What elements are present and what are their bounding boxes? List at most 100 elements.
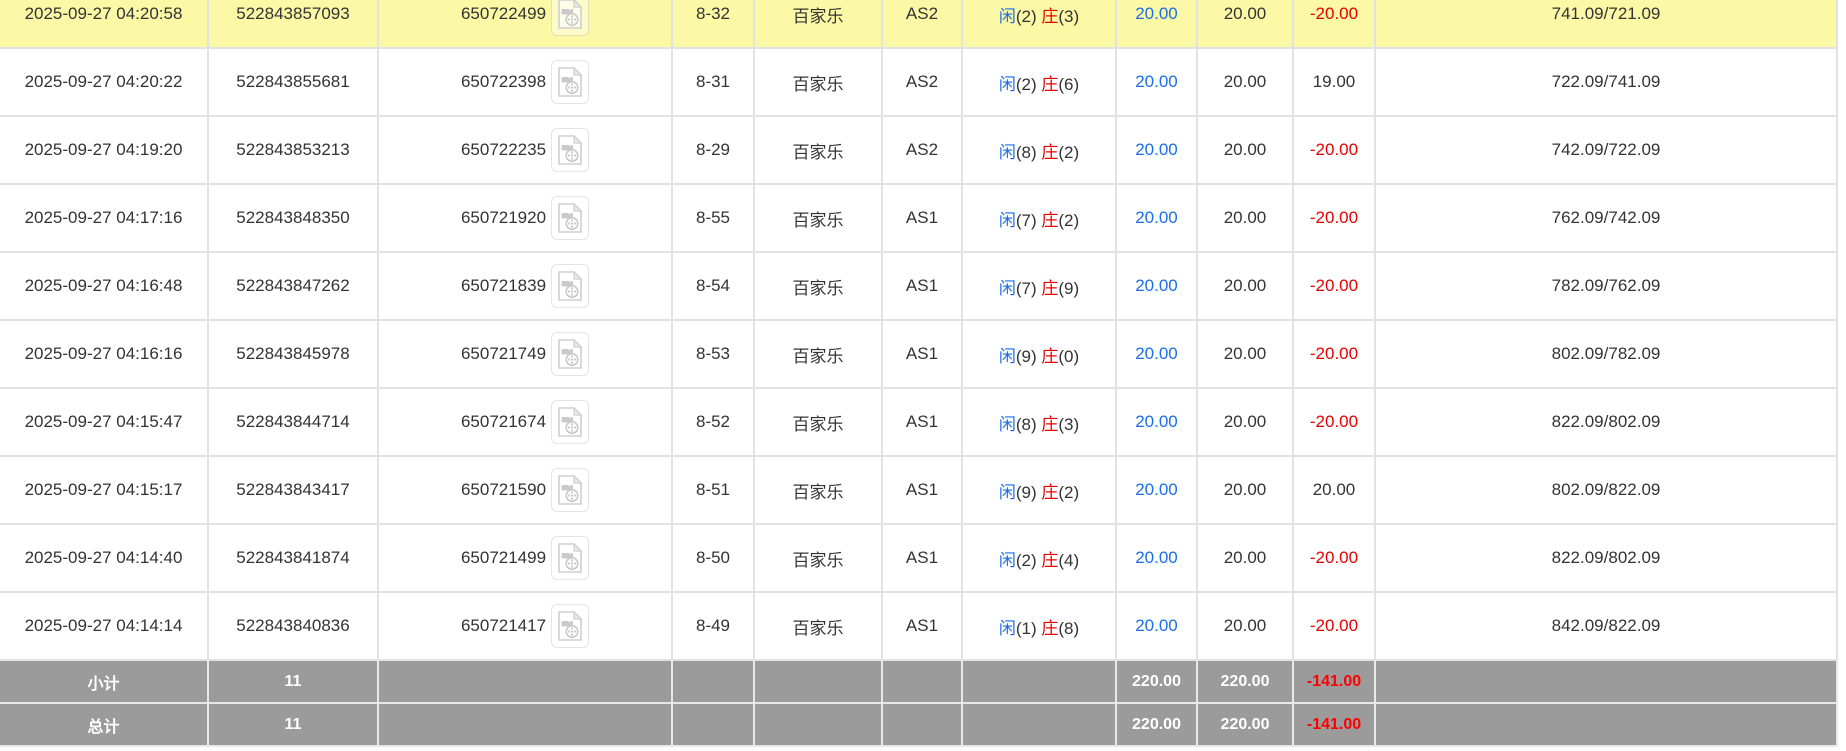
- bet-id: 522843855681: [208, 48, 378, 116]
- shoe-round: 8-53: [672, 320, 754, 388]
- summary-empty-cell: [672, 660, 754, 703]
- video-replay-button[interactable]: [551, 128, 589, 172]
- round-id-wrap: 650721499: [379, 536, 671, 580]
- valid-bet: 20.00: [1197, 456, 1293, 524]
- player-points: (8): [1016, 143, 1037, 162]
- banker-points: (9): [1058, 279, 1079, 298]
- bet-history-row[interactable]: 2025-09-27 04:20:22522843855681650722398…: [0, 48, 1837, 116]
- round-id: 650721749: [461, 344, 546, 364]
- video-replay-icon: [557, 135, 583, 165]
- round-id-wrap: 650721417: [379, 604, 671, 648]
- bet-amount[interactable]: 20.00: [1116, 592, 1197, 660]
- banker-label: 庄: [1041, 279, 1058, 298]
- round-cell: 650722499: [378, 0, 672, 48]
- summary-bet-total: 220.00: [1116, 660, 1197, 703]
- bet-history-row[interactable]: 2025-09-27 04:15:17522843843417650721590…: [0, 456, 1837, 524]
- win-loss: 20.00: [1293, 456, 1375, 524]
- game-result: 闲(9) 庄(2): [962, 456, 1116, 524]
- player-label: 闲: [999, 279, 1016, 298]
- bet-id: 522843840836: [208, 592, 378, 660]
- game-result: 闲(2) 庄(4): [962, 524, 1116, 592]
- video-replay-button[interactable]: [551, 604, 589, 648]
- player-label: 闲: [999, 347, 1016, 366]
- win-loss: -20.00: [1293, 184, 1375, 252]
- bet-amount[interactable]: 20.00: [1116, 184, 1197, 252]
- balance: 782.09/762.09: [1375, 252, 1837, 320]
- balance: 722.09/741.09: [1375, 48, 1837, 116]
- round-cell: 650722398: [378, 48, 672, 116]
- round-cell: 650721417: [378, 592, 672, 660]
- round-cell: 650721590: [378, 456, 672, 524]
- game-type: 百家乐: [754, 592, 882, 660]
- game-type: 百家乐: [754, 456, 882, 524]
- bet-time: 2025-09-27 04:15:47: [0, 388, 208, 456]
- game-type: 百家乐: [754, 48, 882, 116]
- banker-points: (2): [1058, 211, 1079, 230]
- win-loss: -20.00: [1293, 320, 1375, 388]
- game-result: 闲(7) 庄(9): [962, 252, 1116, 320]
- summary-empty-cell: [1375, 660, 1837, 703]
- video-replay-button[interactable]: [551, 0, 589, 36]
- video-replay-button[interactable]: [551, 536, 589, 580]
- round-id: 650722398: [461, 72, 546, 92]
- summary-count: 11: [208, 703, 378, 746]
- video-replay-icon: [557, 271, 583, 301]
- game-type: 百家乐: [754, 320, 882, 388]
- bet-history-row[interactable]: 2025-09-27 04:20:58522843857093650722499…: [0, 0, 1837, 48]
- bet-history-row[interactable]: 2025-09-27 04:19:20522843853213650722235…: [0, 116, 1837, 184]
- banker-label: 庄: [1041, 551, 1058, 570]
- bet-id: 522843843417: [208, 456, 378, 524]
- bet-history-row[interactable]: 2025-09-27 04:17:16522843848350650721920…: [0, 184, 1837, 252]
- video-replay-icon: [557, 339, 583, 369]
- bet-history-row[interactable]: 2025-09-27 04:14:14522843840836650721417…: [0, 592, 1837, 660]
- round-cell: 650721674: [378, 388, 672, 456]
- balance: 822.09/802.09: [1375, 388, 1837, 456]
- bet-amount[interactable]: 20.00: [1116, 456, 1197, 524]
- bet-amount[interactable]: 20.00: [1116, 252, 1197, 320]
- banker-label: 庄: [1041, 619, 1058, 638]
- bet-history-row[interactable]: 2025-09-27 04:14:40522843841874650721499…: [0, 524, 1837, 592]
- player-label: 闲: [999, 551, 1016, 570]
- bet-history-row[interactable]: 2025-09-27 04:15:47522843844714650721674…: [0, 388, 1837, 456]
- table-name: AS2: [882, 0, 962, 48]
- win-loss: 19.00: [1293, 48, 1375, 116]
- bet-amount[interactable]: 20.00: [1116, 0, 1197, 48]
- video-replay-button[interactable]: [551, 60, 589, 104]
- bet-history-row[interactable]: 2025-09-27 04:16:16522843845978650721749…: [0, 320, 1837, 388]
- bet-amount[interactable]: 20.00: [1116, 48, 1197, 116]
- bet-time: 2025-09-27 04:15:17: [0, 456, 208, 524]
- bet-amount[interactable]: 20.00: [1116, 388, 1197, 456]
- video-replay-button[interactable]: [551, 196, 589, 240]
- summary-empty-cell: [754, 660, 882, 703]
- video-replay-button[interactable]: [551, 400, 589, 444]
- shoe-round: 8-52: [672, 388, 754, 456]
- summary-empty-cell: [882, 660, 962, 703]
- game-type: 百家乐: [754, 116, 882, 184]
- round-cell: 650721499: [378, 524, 672, 592]
- bet-id: 522843853213: [208, 116, 378, 184]
- win-loss: -20.00: [1293, 0, 1375, 48]
- banker-label: 庄: [1041, 7, 1058, 26]
- summary-count: 11: [208, 660, 378, 703]
- player-points: (2): [1016, 75, 1037, 94]
- balance: 741.09/721.09: [1375, 0, 1837, 48]
- player-points: (1): [1016, 619, 1037, 638]
- bet-history-row[interactable]: 2025-09-27 04:16:48522843847262650721839…: [0, 252, 1837, 320]
- bet-time: 2025-09-27 04:16:48: [0, 252, 208, 320]
- video-replay-button[interactable]: [551, 332, 589, 376]
- valid-bet: 20.00: [1197, 320, 1293, 388]
- banker-label: 庄: [1041, 143, 1058, 162]
- bet-amount[interactable]: 20.00: [1116, 116, 1197, 184]
- bet-id: 522843841874: [208, 524, 378, 592]
- video-replay-button[interactable]: [551, 468, 589, 512]
- banker-label: 庄: [1041, 211, 1058, 230]
- bet-amount[interactable]: 20.00: [1116, 524, 1197, 592]
- player-label: 闲: [999, 415, 1016, 434]
- round-id-wrap: 650721590: [379, 468, 671, 512]
- valid-bet: 20.00: [1197, 116, 1293, 184]
- video-replay-button[interactable]: [551, 264, 589, 308]
- shoe-round: 8-32: [672, 0, 754, 48]
- shoe-round: 8-31: [672, 48, 754, 116]
- round-id: 650721920: [461, 208, 546, 228]
- bet-amount[interactable]: 20.00: [1116, 320, 1197, 388]
